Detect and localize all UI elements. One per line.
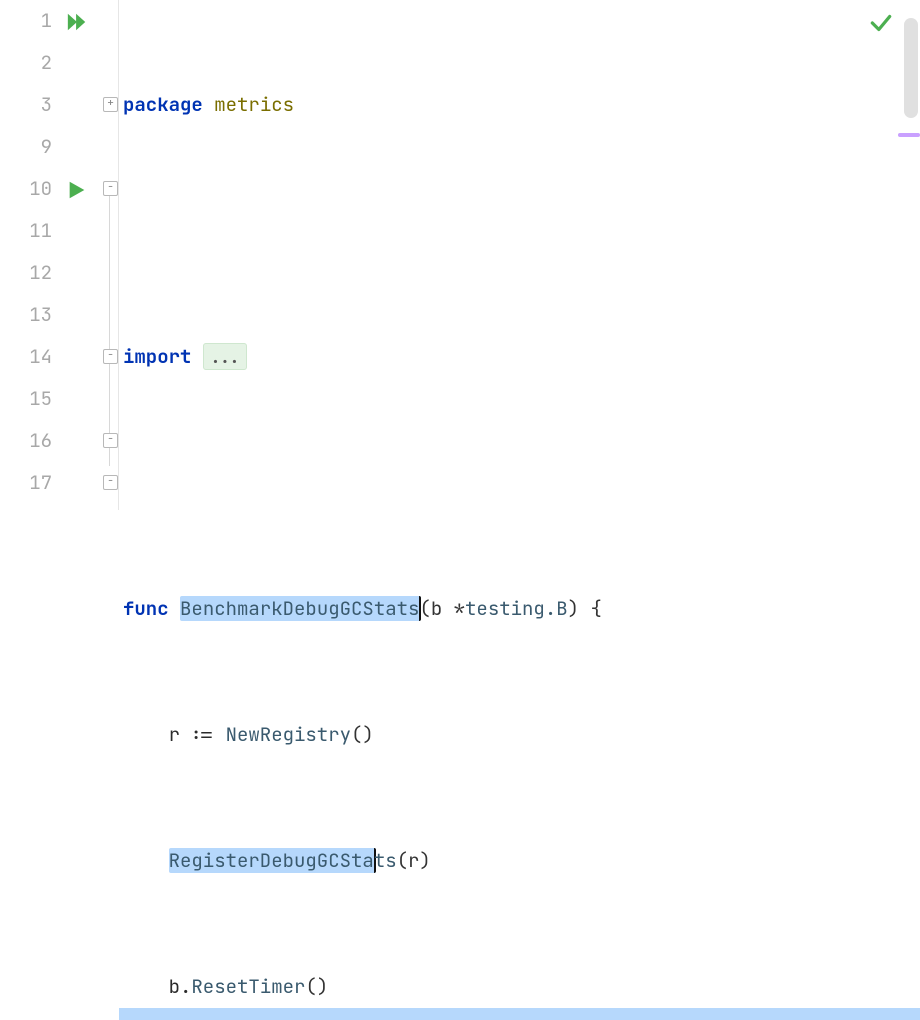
line-number: 2 [0, 42, 52, 84]
line-number: 12 [0, 252, 52, 294]
line-number-gutter: 1 2 3 9 10 11 12 13 14 15 16 17 [0, 0, 60, 510]
line-number: 1 [0, 0, 52, 42]
scrollbar-marker[interactable] [898, 133, 920, 137]
line-number: 9 [0, 126, 52, 168]
fold-gutter: + − − − − [102, 0, 119, 510]
code-line: b.ResetTimer() [123, 966, 920, 1008]
selection-block [119, 1008, 920, 1020]
line-number: 3 [0, 84, 52, 126]
highlighted-identifier: BenchmarkDebugGCStats [180, 596, 421, 621]
code-area[interactable]: package metrics import ... func Benchmar… [119, 0, 920, 510]
code-editor[interactable]: 1 2 3 9 10 11 12 13 14 15 16 17 + − − − … [0, 0, 920, 510]
line-number: 11 [0, 210, 52, 252]
fold-collapse-icon[interactable]: − [103, 349, 118, 364]
code-line: r := NewRegistry() [123, 714, 920, 756]
code-line [123, 210, 920, 252]
line-number: 13 [0, 294, 52, 336]
code-line: func BenchmarkDebugGCStats(b *testing.B)… [123, 588, 920, 630]
run-arrow-icon[interactable] [66, 179, 88, 201]
analysis-ok-icon[interactable] [868, 10, 894, 42]
code-line [123, 462, 920, 504]
code-line: package metrics [123, 84, 920, 126]
line-number: 15 [0, 378, 52, 420]
fold-guide [109, 196, 110, 466]
line-number: 14 [0, 336, 52, 378]
run-gutter [60, 0, 102, 510]
line-number: 10 [0, 168, 52, 210]
fold-end-icon[interactable]: − [103, 475, 118, 490]
folded-placeholder[interactable]: ... [203, 343, 247, 370]
line-number: 16 [0, 420, 52, 462]
code-line: import ... [123, 336, 920, 378]
highlighted-identifier: RegisterDebugGCSta [169, 848, 376, 873]
fold-expand-icon[interactable]: + [103, 97, 118, 112]
fold-collapse-icon[interactable]: − [103, 181, 118, 196]
vertical-scrollbar[interactable] [904, 18, 918, 118]
fold-end-icon[interactable]: − [103, 433, 118, 448]
line-number: 17 [0, 462, 52, 504]
code-line: RegisterDebugGCStats(r) [123, 840, 920, 882]
run-double-arrow-icon[interactable] [66, 11, 88, 33]
